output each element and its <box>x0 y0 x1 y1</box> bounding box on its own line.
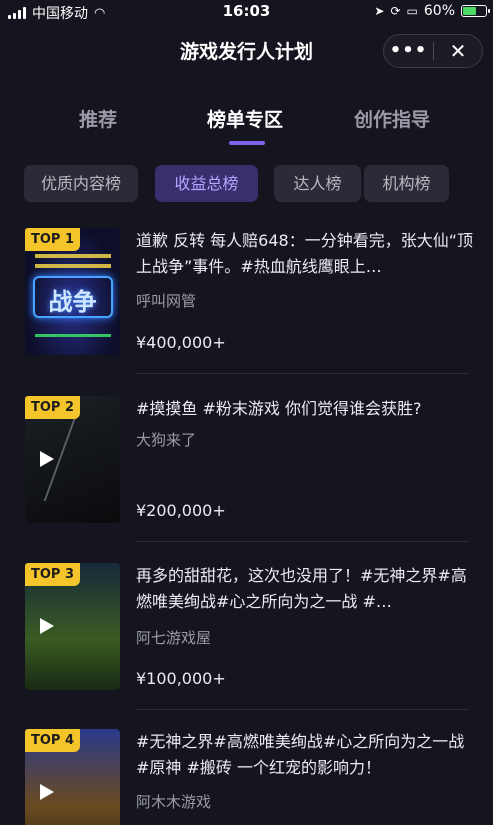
video-description[interactable]: 再多的甜甜花，这次也没用了！#无神之界#高燃唯美绚战#心之所向为之一战 #… <box>136 563 476 615</box>
thumb-decoration <box>43 411 117 501</box>
earnings-amount: ¥200,000+ <box>136 501 226 520</box>
video-description[interactable]: #摸摸鱼 #粉末游戏 你们觉得谁会获胜? <box>136 396 476 422</box>
mini-program-capsule: ••• ✕ <box>383 34 483 68</box>
rank-badge: TOP 2 <box>25 396 80 419</box>
video-description[interactable]: 道歉 反转 每人赔648：一分钟看完，张大仙“顶上战争”事件。#热血航线鹰眼上… <box>136 228 476 280</box>
item-divider <box>136 373 469 374</box>
item-divider <box>136 541 469 542</box>
earnings-amount: ¥400,000+ <box>136 333 226 352</box>
tab-recommend[interactable]: 推荐 <box>79 105 117 132</box>
title-bar: 游戏发行人计划 ••• ✕ <box>0 22 493 78</box>
thumb-decoration <box>35 264 111 268</box>
author-name[interactable]: 大狗来了 <box>136 429 196 450</box>
chip-quality-content[interactable]: 优质内容榜 <box>24 165 138 202</box>
thumb-text: 战争 <box>48 288 97 316</box>
ranking-item-4[interactable]: TOP 4 #无神之界#高燃唯美绚战#心之所向为之一战 #原神 #搬砖 一个红宠… <box>0 729 493 825</box>
rank-badge: TOP 3 <box>25 563 80 586</box>
thumb-decoration <box>35 254 111 258</box>
status-bar: 中国移动 ◠ 16:03 ➤ ⟳ ▭ 60% <box>0 0 493 22</box>
earnings-amount: ¥100,000+ <box>136 669 226 688</box>
author-name[interactable]: 阿木木游戏 <box>136 791 211 812</box>
play-icon <box>40 451 54 467</box>
chip-agencies[interactable]: 机构榜 <box>364 165 449 202</box>
rank-badge: TOP 4 <box>25 729 80 752</box>
item-divider <box>136 709 469 710</box>
ranking-item-3[interactable]: TOP 3 再多的甜甜花，这次也没用了！#无神之界#高燃唯美绚战#心之所向为之一… <box>0 563 493 731</box>
tab-rankings[interactable]: 榜单专区 <box>207 105 283 132</box>
more-button[interactable]: ••• <box>384 42 433 60</box>
tab-creation-guide[interactable]: 创作指导 <box>354 105 430 132</box>
battery-icon <box>461 5 490 17</box>
ranking-item-1[interactable]: 战争 TOP 1 道歉 反转 每人赔648：一分钟看完，张大仙“顶上战争”事件。… <box>0 228 493 396</box>
ranking-item-2[interactable]: TOP 2 #摸摸鱼 #粉末游戏 你们觉得谁会获胜? 大狗来了 ¥200,000… <box>0 396 493 564</box>
battery-fill <box>463 7 476 15</box>
close-button[interactable]: ✕ <box>434 39 482 63</box>
play-icon <box>40 784 54 800</box>
author-name[interactable]: 呼叫网管 <box>136 290 196 311</box>
play-icon <box>40 618 54 634</box>
lock-rotation-icon: ⟳ <box>390 4 401 18</box>
author-name[interactable]: 阿七游戏屋 <box>136 627 211 648</box>
chip-total-earnings[interactable]: 收益总榜 <box>155 165 258 202</box>
video-description[interactable]: #无神之界#高燃唯美绚战#心之所向为之一战 #原神 #搬砖 一个红宠的影响力！ <box>136 729 476 781</box>
location-icon: ➤ <box>374 4 385 18</box>
rank-badge: TOP 1 <box>25 228 80 251</box>
active-tab-indicator <box>229 141 265 145</box>
screen-mirror-icon: ▭ <box>406 4 418 18</box>
chip-influencers[interactable]: 达人榜 <box>274 165 361 202</box>
thumb-decoration <box>35 334 111 337</box>
battery-percent: 60% <box>423 3 455 19</box>
main-tabs: 推荐 榜单专区 创作指导 <box>0 105 493 149</box>
